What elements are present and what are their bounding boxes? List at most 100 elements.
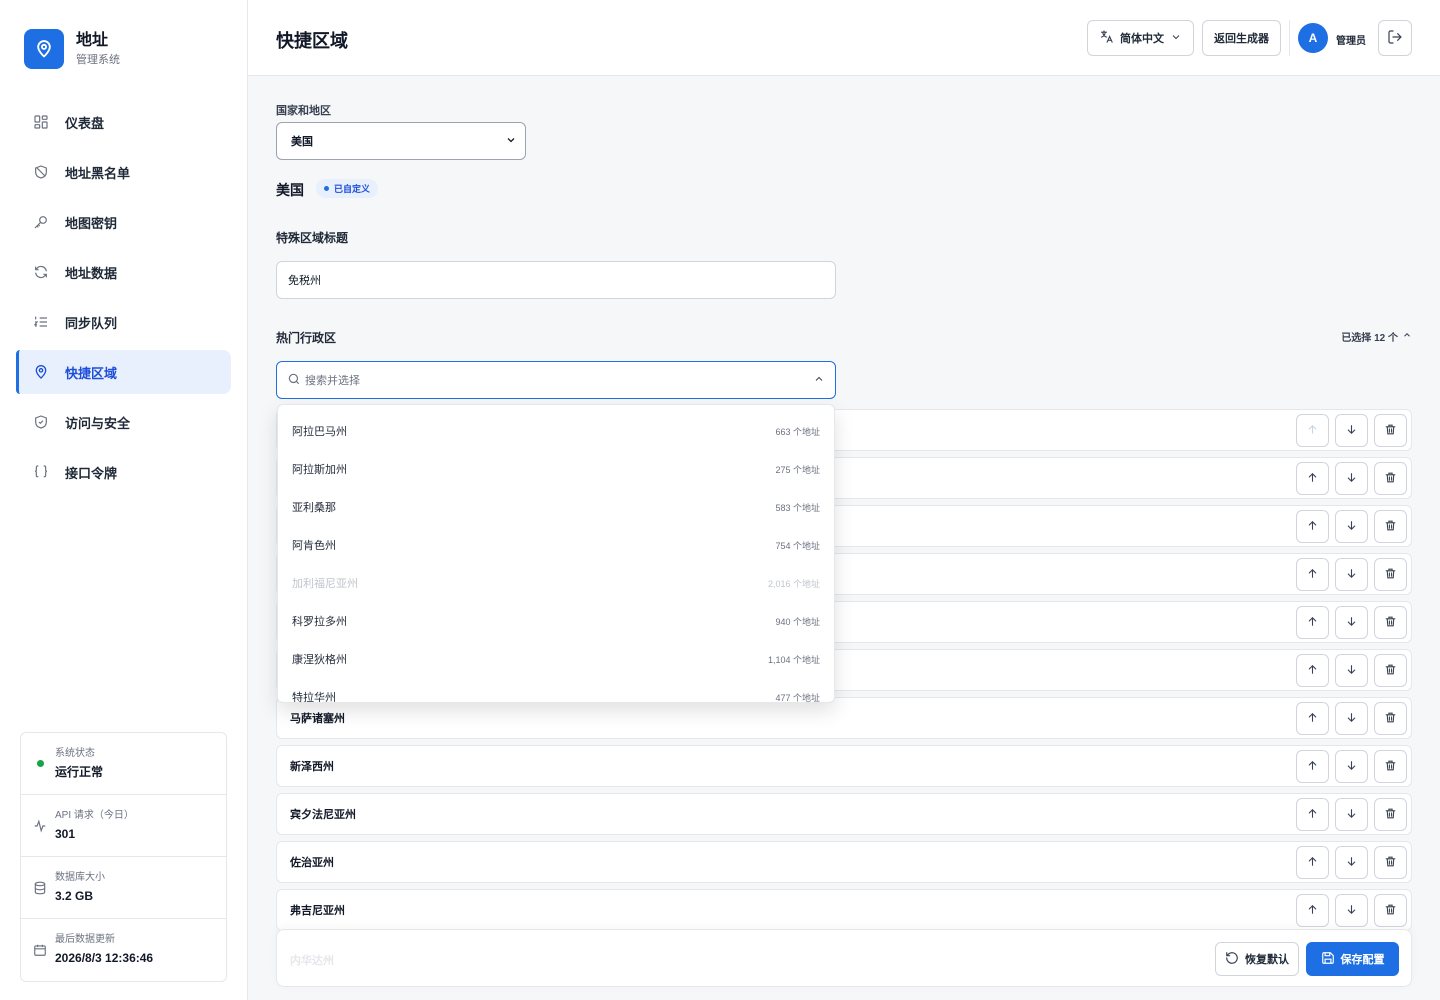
delete-button[interactable] (1374, 606, 1407, 639)
arrow-down-icon (1345, 807, 1358, 823)
move-down-button[interactable] (1335, 702, 1368, 735)
delete-button[interactable] (1374, 894, 1407, 927)
sidebar-item-map-keys[interactable]: 地图密钥 (16, 200, 231, 244)
sidebar-item-label: 快捷区域 (65, 365, 118, 381)
status-db-size: 数据库大小 3.2 GB (21, 857, 226, 919)
option-name: 阿拉巴马州 (292, 426, 347, 438)
arrow-up-icon (1306, 423, 1319, 439)
logout-button[interactable] (1378, 20, 1412, 56)
delete-button[interactable] (1374, 750, 1407, 783)
delete-button[interactable] (1374, 702, 1407, 735)
trash-icon (1384, 711, 1397, 727)
move-down-button[interactable] (1335, 798, 1368, 831)
move-down-button[interactable] (1335, 558, 1368, 591)
sidebar-item-quick-regions[interactable]: 快捷区域 (16, 350, 231, 394)
move-down-button[interactable] (1335, 606, 1368, 639)
move-up-button[interactable] (1296, 414, 1329, 447)
map-pin-icon (33, 364, 49, 380)
delete-button[interactable] (1374, 798, 1407, 831)
delete-button[interactable] (1374, 462, 1407, 495)
sidebar-item-access-security[interactable]: 访问与安全 (16, 400, 231, 444)
dropdown-option[interactable]: 特拉华州 477 个地址 (278, 678, 834, 702)
move-up-button[interactable] (1296, 606, 1329, 639)
move-up-button[interactable] (1296, 846, 1329, 879)
sidebar-item-sync-queue[interactable]: 同步队列 (16, 300, 231, 344)
delete-button[interactable] (1374, 654, 1407, 687)
badge-label: 已自定义 (334, 184, 371, 194)
restore-default-button[interactable]: 恢复默认 (1215, 942, 1299, 976)
special-title-label: 特殊区域标题 (276, 231, 349, 245)
arrow-down-icon (1345, 759, 1358, 775)
language-select-button[interactable]: 简体中文 (1087, 20, 1194, 56)
user-name: 管理员 (1336, 36, 1366, 47)
trash-icon (1384, 423, 1397, 439)
brand[interactable]: 地址 管理系统 (24, 29, 120, 69)
status-label: 系统状态 (55, 747, 95, 759)
move-up-button[interactable] (1296, 750, 1329, 783)
sidebar-item-api-tokens[interactable]: 接口令牌 (16, 450, 231, 494)
list-item[interactable]: 马萨诸塞州 (276, 697, 1412, 739)
dropdown-option[interactable]: 阿拉斯加州 275 个地址 (278, 450, 834, 488)
sidebar-item-label: 同步队列 (65, 315, 118, 331)
region-search-input[interactable]: 搜索并选择 (276, 361, 836, 399)
move-down-button[interactable] (1335, 510, 1368, 543)
status-system: 系统状态 运行正常 (21, 733, 226, 795)
region-name: 新泽西州 (290, 761, 334, 773)
move-up-button[interactable] (1296, 558, 1329, 591)
special-title-input[interactable]: 免税州 (276, 261, 836, 299)
move-down-button[interactable] (1335, 750, 1368, 783)
option-count: 583 个地址 (775, 502, 820, 513)
avatar[interactable]: A (1298, 23, 1328, 53)
move-up-button[interactable] (1296, 798, 1329, 831)
option-name: 科罗拉多州 (292, 616, 347, 628)
list-item[interactable]: 弗吉尼亚州 (276, 889, 1412, 931)
move-up-button[interactable] (1296, 510, 1329, 543)
row-actions (1296, 462, 1407, 495)
sidebar-item-address-data[interactable]: 地址数据 (16, 250, 231, 294)
dropdown-option[interactable]: 科罗拉多州 940 个地址 (278, 602, 834, 640)
dropdown-option[interactable]: 阿拉巴马州 663 个地址 (278, 412, 834, 450)
status-label: 数据库大小 (55, 871, 105, 883)
move-down-button[interactable] (1335, 894, 1368, 927)
delete-button[interactable] (1374, 558, 1407, 591)
row-actions (1296, 558, 1407, 591)
delete-button[interactable] (1374, 414, 1407, 447)
trash-icon (1384, 567, 1397, 583)
sidebar-item-blacklist[interactable]: 地址黑名单 (16, 150, 231, 194)
sidebar-item-label: 接口令牌 (65, 465, 118, 481)
status-value: 2026/8/3 12:36:46 (55, 951, 154, 965)
status-label: API 请求（今日） (55, 809, 134, 821)
move-up-button[interactable] (1296, 654, 1329, 687)
country-select[interactable]: 美国 (276, 122, 526, 160)
translate-icon (1099, 29, 1114, 47)
dropdown-option[interactable]: 亚利桑那 583 个地址 (278, 488, 834, 526)
move-down-button[interactable] (1335, 654, 1368, 687)
database-icon (33, 881, 47, 895)
dropdown-option[interactable]: 阿肯色州 754 个地址 (278, 526, 834, 564)
dropdown-option[interactable]: 康涅狄格州 1,104 个地址 (278, 640, 834, 678)
move-down-button[interactable] (1335, 414, 1368, 447)
move-down-button[interactable] (1335, 462, 1368, 495)
dashboard-icon (33, 114, 49, 130)
row-actions (1296, 702, 1407, 735)
list-item[interactable]: 宾夕法尼亚州 (276, 793, 1412, 835)
trash-icon (1384, 519, 1397, 535)
move-down-button[interactable] (1335, 846, 1368, 879)
save-config-button[interactable]: 保存配置 (1306, 942, 1399, 976)
selected-count-label: 已选择 12 个 (1341, 333, 1398, 344)
trash-icon (1384, 615, 1397, 631)
move-up-button[interactable] (1296, 894, 1329, 927)
move-up-button[interactable] (1296, 702, 1329, 735)
selected-count[interactable]: 已选择 12 个 (1341, 329, 1412, 344)
list-item[interactable]: 佐治亚州 (276, 841, 1412, 883)
chevron-down-icon (1170, 31, 1182, 46)
move-up-button[interactable] (1296, 462, 1329, 495)
status-value: 3.2 GB (55, 888, 94, 903)
delete-button[interactable] (1374, 846, 1407, 879)
sidebar-item-dashboard[interactable]: 仪表盘 (16, 100, 231, 144)
status-api-requests: API 请求（今日） 301 (21, 795, 226, 857)
back-to-generator-button[interactable]: 返回生成器 (1202, 20, 1281, 56)
list-item[interactable]: 新泽西州 (276, 745, 1412, 787)
row-actions (1296, 798, 1407, 831)
delete-button[interactable] (1374, 510, 1407, 543)
